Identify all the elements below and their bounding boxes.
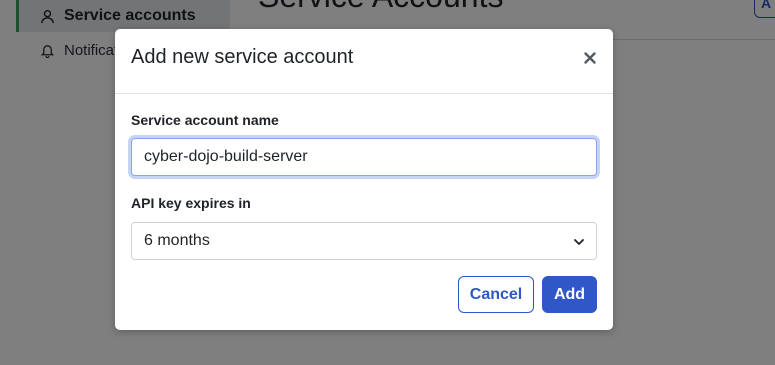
add-service-account-dialog: Add new service account Service account … xyxy=(115,29,613,330)
close-icon xyxy=(584,52,596,64)
service-account-name-input[interactable] xyxy=(131,138,597,176)
select-value: 6 months xyxy=(144,232,210,249)
add-button[interactable]: Add xyxy=(542,276,597,313)
service-account-name-label: Service account name xyxy=(131,112,279,128)
dialog-title: Add new service account xyxy=(131,46,354,68)
api-key-expiry-label: API key expires in xyxy=(131,195,251,211)
close-button[interactable] xyxy=(582,50,598,66)
chevron-down-icon xyxy=(574,239,584,245)
api-key-expiry-select[interactable]: 6 months xyxy=(131,222,597,260)
dialog-header: Add new service account xyxy=(115,29,613,94)
cancel-button[interactable]: Cancel xyxy=(458,276,534,313)
